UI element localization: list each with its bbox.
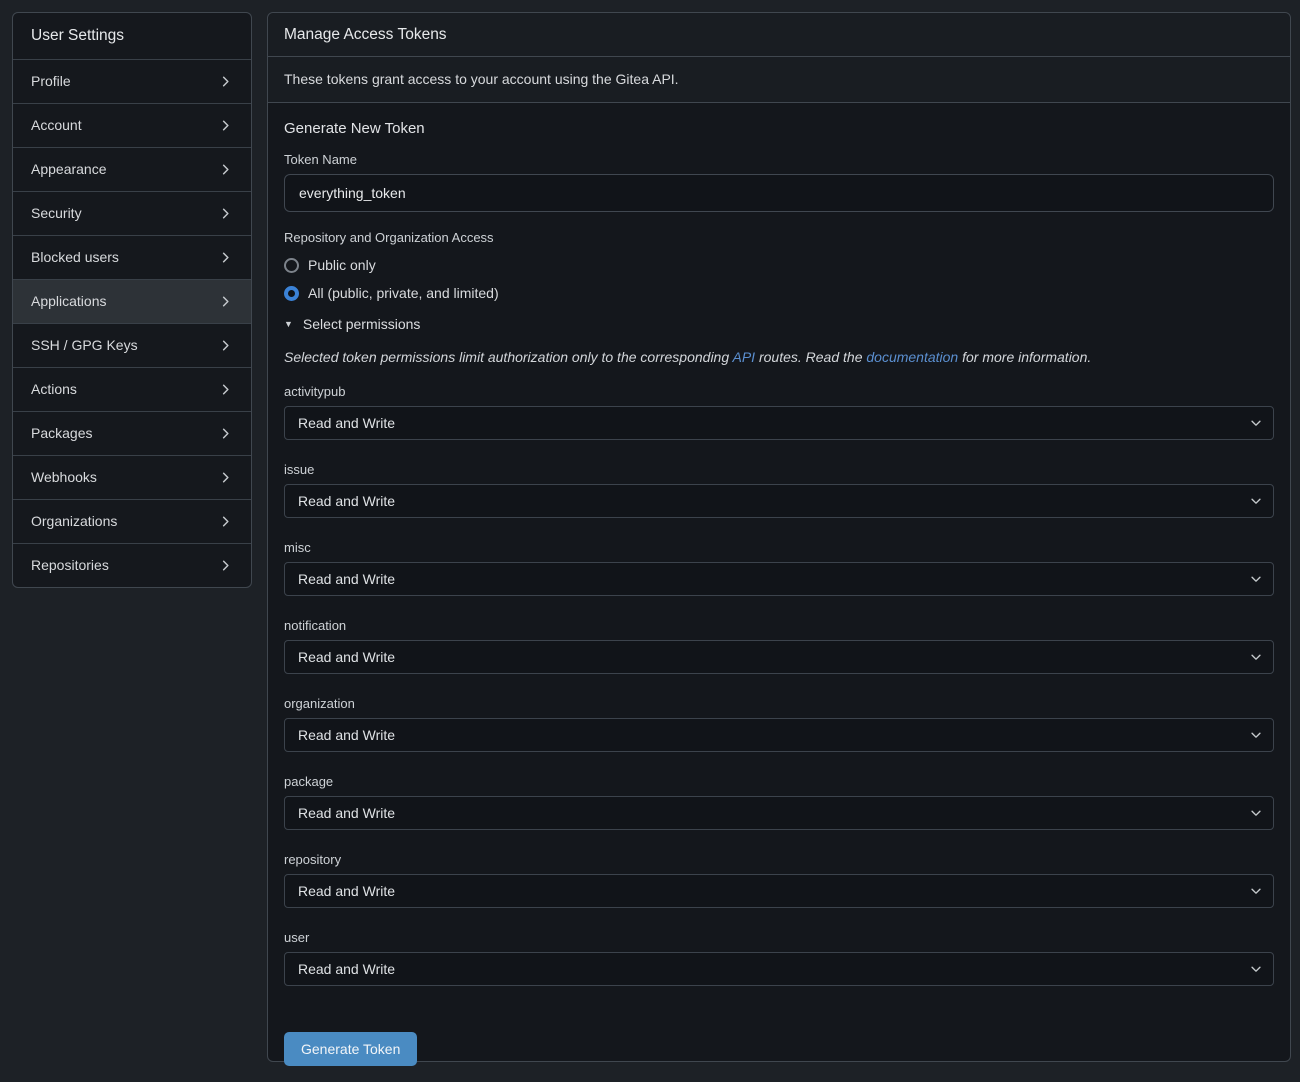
scope-select-issue[interactable]: Read and Write [284, 484, 1274, 518]
sidebar-item-security[interactable]: Security [13, 191, 251, 235]
chevron-right-icon [218, 426, 233, 441]
select-permissions-toggle[interactable]: ▼ Select permissions [284, 316, 1274, 333]
scope-select-activitypub[interactable]: Read and Write [284, 406, 1274, 440]
sidebar-item-label: Organizations [31, 513, 117, 530]
sidebar-item-repositories[interactable]: Repositories [13, 543, 251, 587]
scope-select-wrap: Read and Write [284, 874, 1274, 908]
sidebar-item-label: SSH / GPG Keys [31, 337, 138, 354]
sidebar-nav: Profile Account Appearance Security Bloc… [13, 59, 251, 587]
scope-select-wrap: Read and Write [284, 562, 1274, 596]
sidebar-item-label: Repositories [31, 557, 109, 574]
chevron-right-icon [218, 250, 233, 265]
user-settings-sidebar: User Settings Profile Account Appearance… [12, 12, 252, 588]
documentation-link[interactable]: documentation [866, 349, 958, 365]
note-text: routes. Read the [755, 349, 866, 365]
scope-select-user[interactable]: Read and Write [284, 952, 1274, 986]
sidebar-item-organizations[interactable]: Organizations [13, 499, 251, 543]
sidebar-item-blocked-users[interactable]: Blocked users [13, 235, 251, 279]
chevron-right-icon [218, 338, 233, 353]
chevron-right-icon [218, 74, 233, 89]
scope-label: package [284, 774, 1274, 790]
panel-description: These tokens grant access to your accoun… [268, 57, 1290, 103]
scope-group: misc Read and Write [284, 540, 1274, 596]
token-name-input[interactable] [284, 174, 1274, 212]
scope-select-wrap: Read and Write [284, 640, 1274, 674]
scope-label: misc [284, 540, 1274, 556]
chevron-right-icon [218, 382, 233, 397]
radio-label: Public only [308, 254, 376, 276]
sidebar-item-label: Account [31, 117, 82, 134]
generate-token-button[interactable]: Generate Token [284, 1032, 417, 1066]
panel-title: Manage Access Tokens [268, 13, 1290, 57]
scope-select-wrap: Read and Write [284, 484, 1274, 518]
sidebar-item-applications[interactable]: Applications [13, 279, 251, 323]
scope-select-package[interactable]: Read and Write [284, 796, 1274, 830]
scope-group: issue Read and Write [284, 462, 1274, 518]
api-link[interactable]: API [733, 349, 756, 365]
triangle-down-icon: ▼ [284, 316, 293, 333]
chevron-right-icon [218, 294, 233, 309]
scope-group: notification Read and Write [284, 618, 1274, 674]
scope-label: activitypub [284, 384, 1274, 400]
scope-label: issue [284, 462, 1274, 478]
scope-group: user Read and Write [284, 930, 1274, 986]
scope-group: activitypub Read and Write [284, 384, 1274, 440]
access-radio-group: Public only All (public, private, and li… [284, 254, 1274, 304]
sidebar-item-account[interactable]: Account [13, 103, 251, 147]
sidebar-item-label: Actions [31, 381, 77, 398]
permissions-note: Selected token permissions limit authori… [284, 349, 1274, 366]
scope-group: repository Read and Write [284, 852, 1274, 908]
scope-label: notification [284, 618, 1274, 634]
radio-icon[interactable] [284, 286, 299, 301]
sidebar-item-appearance[interactable]: Appearance [13, 147, 251, 191]
sidebar-item-label: Profile [31, 73, 71, 90]
sidebar-item-webhooks[interactable]: Webhooks [13, 455, 251, 499]
scope-group: organization Read and Write [284, 696, 1274, 752]
chevron-right-icon [218, 206, 233, 221]
scope-select-notification[interactable]: Read and Write [284, 640, 1274, 674]
chevron-right-icon [218, 470, 233, 485]
scope-select-wrap: Read and Write [284, 406, 1274, 440]
sidebar-item-label: Security [31, 205, 82, 222]
sidebar-item-ssh-gpg-keys[interactable]: SSH / GPG Keys [13, 323, 251, 367]
token-name-label: Token Name [284, 152, 1274, 168]
scope-select-wrap: Read and Write [284, 796, 1274, 830]
access-scope-label: Repository and Organization Access [284, 230, 1274, 246]
sidebar-item-label: Packages [31, 425, 92, 442]
sidebar-item-label: Appearance [31, 161, 107, 178]
note-text: Selected token permissions limit authori… [284, 349, 733, 365]
radio-icon[interactable] [284, 258, 299, 273]
sidebar-item-profile[interactable]: Profile [13, 59, 251, 103]
section-title: Generate New Token [284, 119, 1274, 138]
scope-list: activitypub Read and Write issue Read an… [284, 384, 1274, 986]
scope-label: repository [284, 852, 1274, 868]
sidebar-title: User Settings [13, 13, 251, 59]
note-text: for more information. [958, 349, 1091, 365]
scope-select-organization[interactable]: Read and Write [284, 718, 1274, 752]
sidebar-item-label: Applications [31, 293, 107, 310]
scope-select-repository[interactable]: Read and Write [284, 874, 1274, 908]
chevron-right-icon [218, 558, 233, 573]
scope-select-misc[interactable]: Read and Write [284, 562, 1274, 596]
scope-select-wrap: Read and Write [284, 718, 1274, 752]
radio-label: All (public, private, and limited) [308, 282, 499, 304]
sidebar-item-label: Webhooks [31, 469, 97, 486]
scope-select-wrap: Read and Write [284, 952, 1274, 986]
chevron-right-icon [218, 514, 233, 529]
generate-token-form: Generate New Token Token Name Repository… [268, 103, 1290, 1082]
sidebar-item-packages[interactable]: Packages [13, 411, 251, 455]
scope-group: package Read and Write [284, 774, 1274, 830]
select-permissions-label: Select permissions [303, 316, 421, 333]
chevron-right-icon [218, 118, 233, 133]
chevron-right-icon [218, 162, 233, 177]
scope-label: organization [284, 696, 1274, 712]
radio-option-public-only[interactable]: Public only [284, 254, 1274, 276]
manage-access-tokens-panel: Manage Access Tokens These tokens grant … [267, 12, 1291, 1062]
sidebar-item-actions[interactable]: Actions [13, 367, 251, 411]
radio-option-all-public-private-and-limited[interactable]: All (public, private, and limited) [284, 282, 1274, 304]
scope-label: user [284, 930, 1274, 946]
sidebar-item-label: Blocked users [31, 249, 119, 266]
